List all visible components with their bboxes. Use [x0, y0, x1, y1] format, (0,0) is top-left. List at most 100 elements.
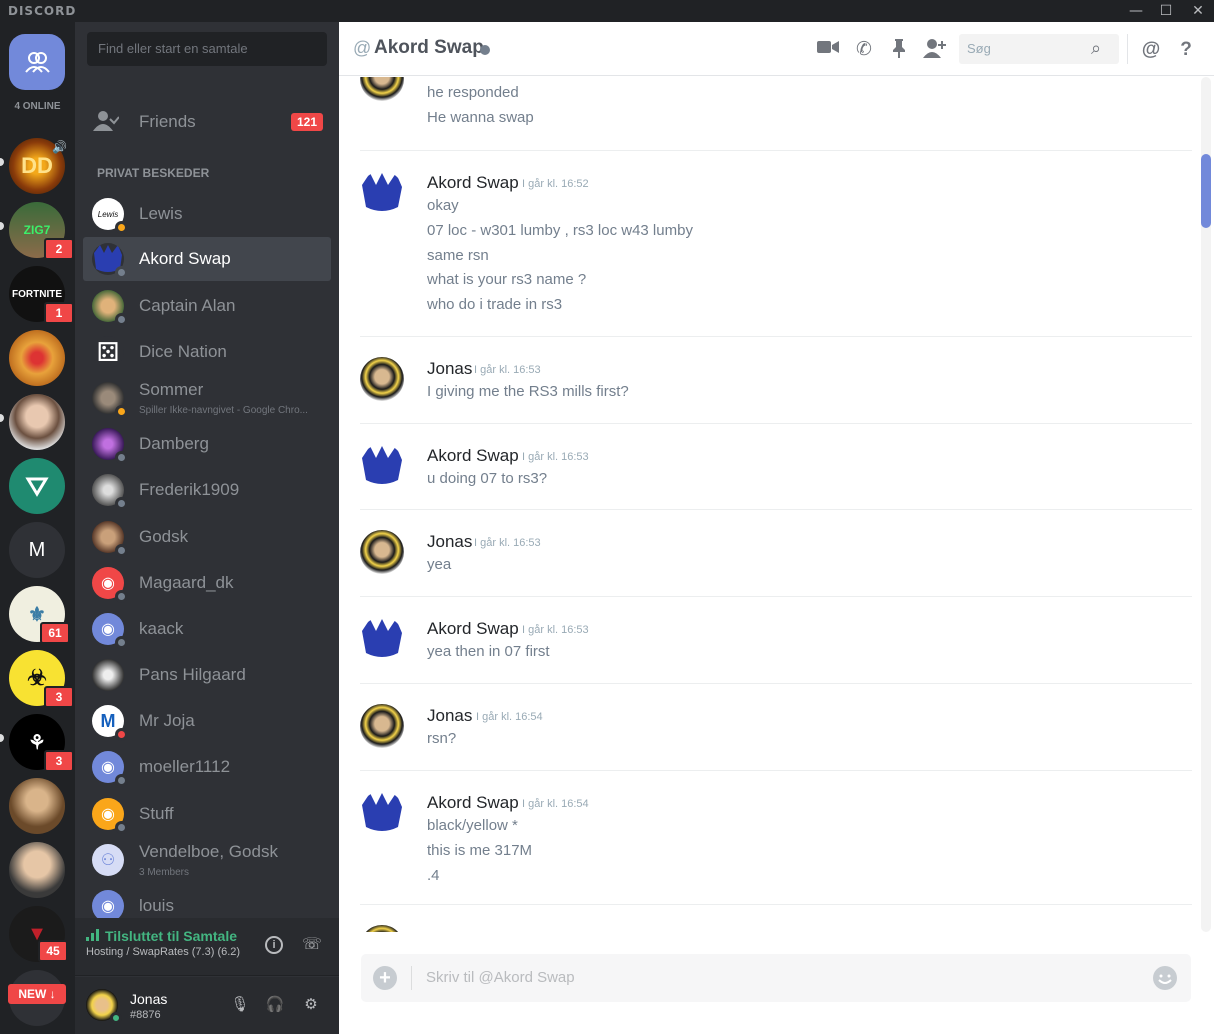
server-v[interactable] [9, 458, 65, 514]
friends-label: Friends [139, 112, 196, 131]
dm-name: Stuff [139, 804, 174, 823]
message-group: Akord Swap I går kl. 16:52 okay 07 loc -… [360, 151, 1192, 337]
status-offline-icon [115, 590, 128, 603]
rabbit-logo-icon: ⚘ [28, 731, 46, 754]
info-icon[interactable]: i [265, 936, 283, 954]
dm-item-pans-hilgaard[interactable]: Pans Hilgaard [83, 653, 331, 697]
dm-name: Lewis [139, 204, 183, 223]
message-author[interactable]: Akord Swap [427, 446, 519, 466]
mentions-icon[interactable]: @ [1139, 38, 1163, 62]
status-dnd-icon [115, 728, 128, 741]
message-composer: + Skriv til @Akord Swap [361, 954, 1191, 1002]
dm-search-input[interactable]: Find eller start en samtale [87, 32, 327, 66]
home-button[interactable] [9, 34, 65, 90]
avatar[interactable] [360, 704, 404, 748]
notification-badge: 3 [44, 750, 74, 772]
pin-icon[interactable] [887, 38, 911, 62]
dm-name: Magaard_dk [139, 573, 234, 592]
message-author[interactable]: Akord Swap [427, 173, 519, 193]
maximize-button[interactable]: ☐ [1156, 2, 1176, 20]
dm-name: Captain Alan [139, 296, 236, 315]
dm-item-stuff[interactable]: ◉ Stuff [83, 792, 331, 836]
fortnite-logo-icon: FORTNITE [12, 288, 62, 300]
message-group: Jonas I går kl. 16:53 yea [360, 510, 1192, 597]
dm-item-captain-alan[interactable]: Captain Alan [83, 284, 331, 328]
dm-item-godsk[interactable]: Godsk [83, 515, 331, 559]
dm-name: Pans Hilgaard [139, 665, 246, 684]
voice-connection-panel: Tilsluttet til Samtale Hosting / SwapRat… [75, 918, 339, 976]
dm-name: louis [139, 896, 174, 915]
m-logo-icon: M [100, 710, 116, 731]
emoji-picker-icon[interactable] [1153, 966, 1177, 990]
dm-name: Mr Joja [139, 711, 195, 730]
help-icon[interactable]: ? [1174, 38, 1198, 62]
notification-badge: 61 [40, 622, 70, 644]
search-icon[interactable]: ⌕ [1091, 38, 1101, 59]
dm-item-kaack[interactable]: ◉ kaack [83, 607, 331, 651]
avatar[interactable] [360, 925, 404, 932]
status-offline-icon [115, 774, 128, 787]
avatar[interactable] [360, 357, 404, 401]
server-face[interactable] [9, 778, 65, 834]
message-input[interactable]: Skriv til @Akord Swap [426, 969, 575, 986]
user-name: Jonas [130, 991, 168, 1007]
dm-name: moeller1112 [139, 757, 231, 776]
avatar[interactable] [360, 77, 404, 101]
avatar[interactable] [360, 791, 404, 835]
server-pizza[interactable] [9, 330, 65, 386]
message-author[interactable]: Akord Swap [427, 619, 519, 639]
server-2-logo-icon: ZIG7 [23, 223, 51, 237]
message-author[interactable]: Jonas [427, 706, 472, 726]
message-timestamp: I går kl. 16:53 [522, 451, 589, 463]
disconnect-call-icon[interactable]: ☏ [302, 934, 322, 954]
dm-item-moeller1112[interactable]: ◉ moeller1112 [83, 745, 331, 789]
voice-call-icon[interactable]: ✆ [852, 38, 876, 62]
message-timestamp: I går kl. 16:52 [522, 178, 589, 190]
dm-item-mr-joja[interactable]: M Mr Joja [83, 699, 331, 743]
avatar[interactable] [360, 444, 404, 488]
add-friend-icon[interactable] [923, 38, 947, 62]
group-icon: ⚇ [100, 852, 116, 869]
close-button[interactable]: ✕ [1188, 2, 1208, 20]
dm-item-dice-nation[interactable]: ⚄ Dice Nation [83, 330, 331, 374]
headphones-icon[interactable]: 🎧 [265, 995, 285, 1015]
message-text: black/yellow * [427, 817, 518, 834]
new-unread-button[interactable]: NEW ↓ [8, 984, 66, 1004]
server-portrait[interactable] [9, 394, 65, 450]
message-timestamp: I går kl. 16:54 [522, 798, 589, 810]
status-idle-icon [115, 405, 128, 418]
message-group: Akord Swap I går kl. 16:54 black/yellow … [360, 771, 1192, 905]
message-author[interactable]: Akord Swap [427, 793, 519, 813]
dm-name: Vendelboe, Godsk [139, 842, 278, 861]
dm-name: kaack [139, 619, 184, 638]
dm-item-sommer[interactable]: Sommer Spiller Ikke-navngivet - Google C… [83, 376, 331, 420]
dm-item-akord-swap[interactable]: Akord Swap [83, 237, 331, 281]
microphone-icon[interactable]: 🎙 [230, 995, 250, 1015]
message-author[interactable]: Jonas [427, 532, 472, 552]
message-text: u doing 07 to rs3? [427, 470, 548, 487]
dm-activity: Spiller Ikke-navngivet - Google Chro... [139, 405, 308, 416]
voice-channel[interactable]: Hosting / SwapRates (7.3) (6.2) [86, 946, 240, 958]
dm-item-frederik1909[interactable]: Frederik1909 [83, 468, 331, 512]
title-bar: DISCORD — ☐ ✕ [0, 0, 1214, 22]
minimize-button[interactable]: — [1126, 2, 1146, 20]
friends-button[interactable]: Friends 121 [83, 102, 331, 142]
upload-plus-icon[interactable]: + [373, 966, 397, 990]
server-m[interactable]: M [9, 522, 65, 578]
dm-item-magaard-dk[interactable]: ◉ Magaard_dk [83, 561, 331, 605]
status-offline-icon [480, 45, 490, 55]
server-selfie[interactable] [9, 842, 65, 898]
avatar[interactable] [360, 530, 404, 574]
scrollbar-thumb[interactable] [1201, 154, 1211, 228]
dm-item-damberg[interactable]: Damberg [83, 422, 331, 466]
dm-item-lewis[interactable]: Lewis Lewis [83, 192, 331, 236]
online-count: 4 ONLINE [14, 101, 61, 112]
dm-item-group-vendelboe-godsk[interactable]: ⚇ Vendelboe, Godsk 3 Members [83, 838, 331, 882]
avatar[interactable] [360, 617, 404, 661]
message-author[interactable]: Jonas [427, 359, 472, 379]
blue-crown-icon [362, 793, 402, 831]
video-call-icon[interactable] [816, 38, 840, 62]
settings-gear-icon[interactable]: ⚙ [301, 995, 321, 1015]
avatar[interactable] [360, 171, 404, 215]
discord-logo-icon: ◉ [101, 621, 115, 638]
